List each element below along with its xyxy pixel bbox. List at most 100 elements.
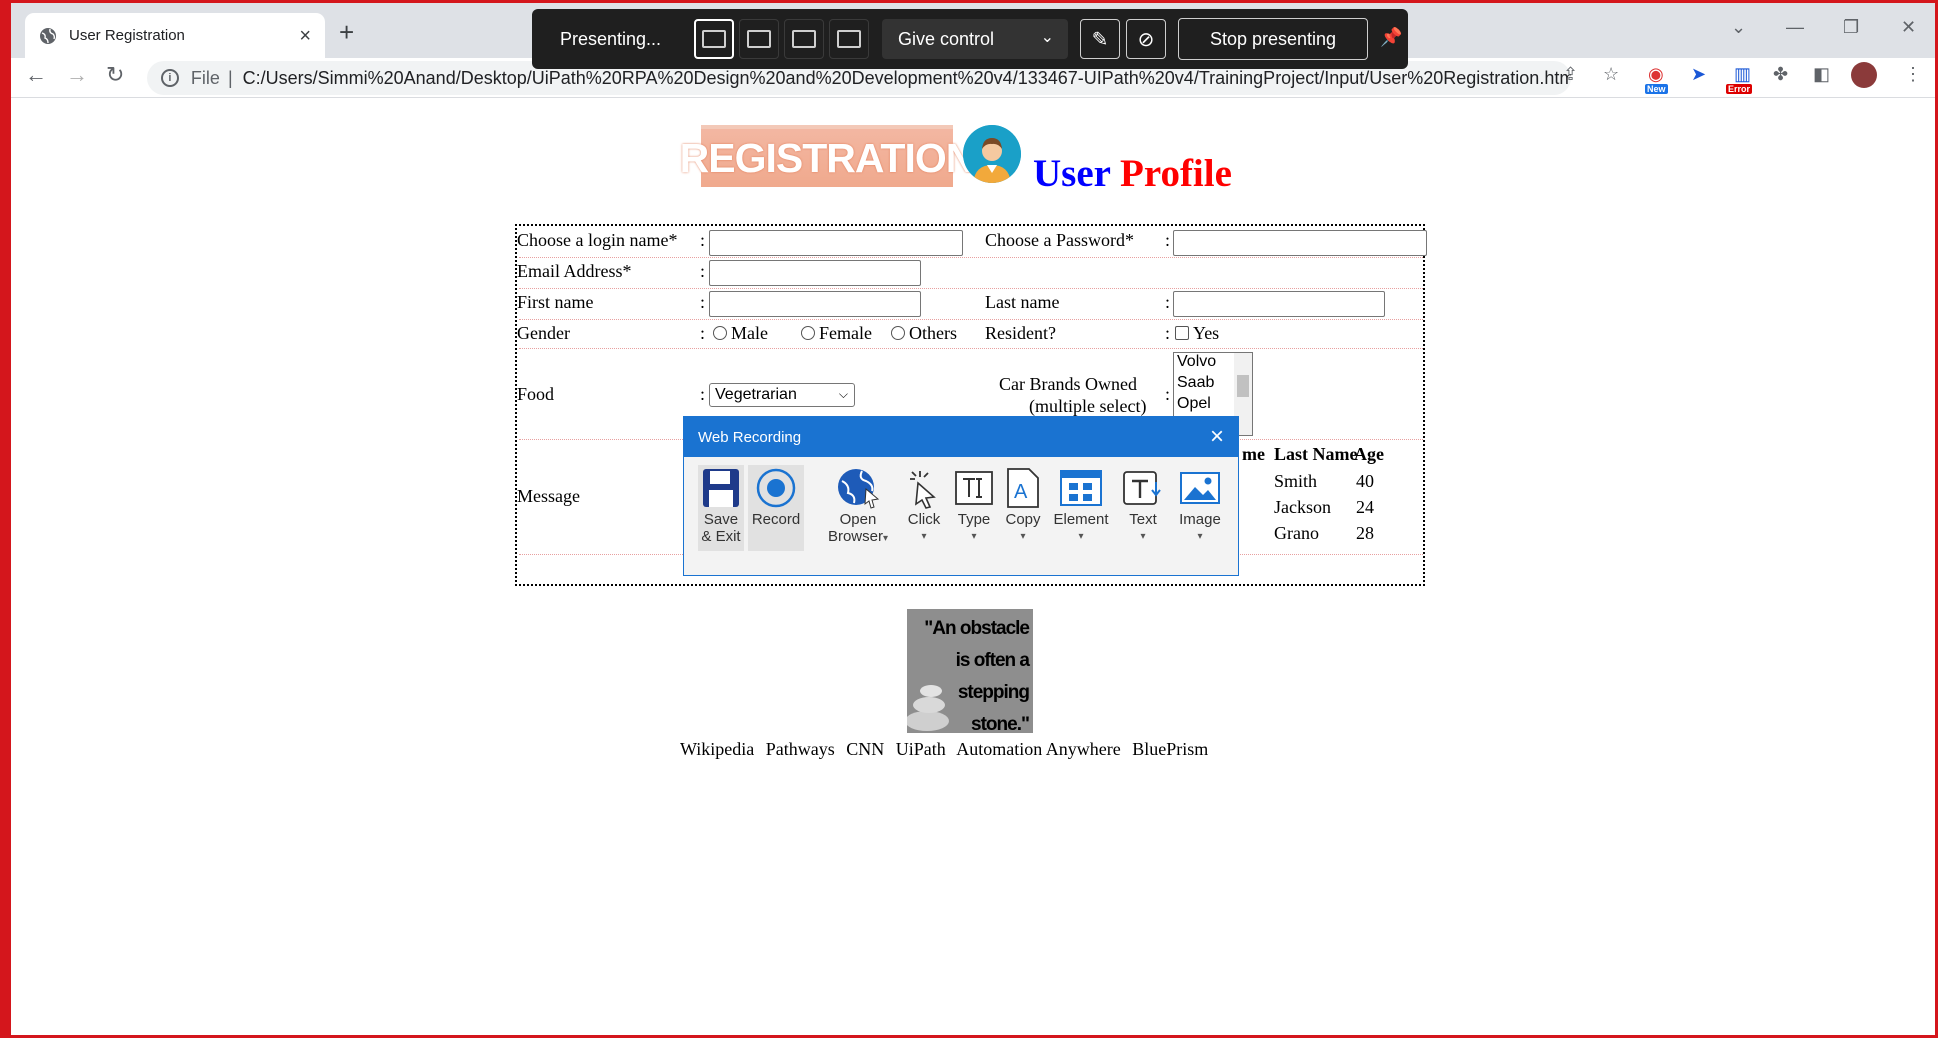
info-icon[interactable]: i	[161, 69, 179, 87]
row-divider	[519, 257, 1423, 258]
restore-icon[interactable]: ❐	[1843, 17, 1859, 38]
type-label: Type	[957, 511, 991, 528]
resident-checkbox[interactable]	[1175, 325, 1189, 340]
gender-male-option[interactable]: Male	[713, 323, 768, 344]
dropdown-arrow-icon[interactable]: ▾	[900, 528, 948, 545]
pin-icon[interactable]: 📌	[1380, 27, 1402, 48]
give-control-dropdown[interactable]: Give control ⌄	[882, 19, 1068, 59]
url-text[interactable]: C:/Users/Simmi%20Anand/Desktop/UiPath%20…	[243, 68, 1571, 89]
close-icon[interactable]: ×	[1210, 423, 1224, 451]
click-label: Click	[907, 511, 941, 528]
new-tab-button[interactable]: +	[339, 17, 354, 48]
save-label: Save	[703, 511, 739, 528]
text-button[interactable]: Text ▾	[1116, 465, 1170, 545]
radio-male[interactable]	[713, 325, 727, 340]
link-automation-anywhere[interactable]: Automation Anywhere	[956, 739, 1120, 759]
forward-icon[interactable]: →	[66, 62, 88, 88]
globe-icon	[40, 27, 56, 44]
link-uipath[interactable]: UiPath	[896, 739, 946, 759]
star-icon[interactable]: ☆	[1603, 64, 1619, 85]
screen-side-icon	[792, 30, 816, 48]
link-wikipedia[interactable]: Wikipedia	[680, 739, 754, 759]
close-window-icon[interactable]: ✕	[1901, 17, 1916, 38]
title-user: User	[1033, 152, 1111, 195]
login-name-input[interactable]	[709, 230, 963, 256]
link-pathways[interactable]: Pathways	[766, 739, 835, 759]
click-button[interactable]: Click ▾	[900, 465, 948, 545]
last-name-input[interactable]	[1173, 291, 1385, 317]
type-button[interactable]: Type ▾	[950, 465, 998, 545]
no-pointer-icon: ⊘	[1137, 28, 1155, 51]
stop-annotate-button[interactable]: ⊘	[1126, 19, 1166, 59]
browser-tab[interactable]: User Registration ×	[25, 13, 325, 58]
dropdown-arrow-icon[interactable]: ▾	[1048, 528, 1114, 545]
link-blueprism[interactable]: BluePrism	[1132, 739, 1208, 759]
tab-search-icon[interactable]: ⌄	[1731, 17, 1746, 38]
radio-female[interactable]	[801, 325, 815, 340]
file-label: File	[190, 67, 220, 88]
colon: :	[1165, 384, 1171, 404]
back-icon[interactable]: ←	[25, 62, 47, 88]
table-header: Last Name	[1274, 444, 1358, 464]
dropdown-arrow-icon[interactable]: ▾	[1000, 528, 1046, 545]
first-name-input[interactable]	[709, 291, 921, 317]
link-cnn[interactable]: CNN	[846, 739, 884, 759]
layout-pip-button[interactable]	[739, 19, 779, 59]
food-select[interactable]: Vegetrarian ⌵	[709, 383, 855, 407]
title-profile: Profile	[1120, 152, 1232, 195]
others-label: Others	[909, 323, 957, 343]
dialog-titlebar: Web Recording ×	[684, 417, 1238, 457]
record-label: Record	[751, 511, 801, 528]
globe-cursor-icon	[826, 465, 890, 511]
sidepanel-icon[interactable]: ◧	[1813, 64, 1830, 85]
stop-presenting-button[interactable]: Stop presenting	[1178, 18, 1368, 60]
gender-others-option[interactable]: Others	[891, 323, 957, 344]
dropdown-arrow-icon[interactable]: ▾	[1172, 528, 1228, 545]
screen-icon	[702, 30, 726, 48]
layout-full-button[interactable]	[694, 19, 734, 59]
profile-avatar[interactable]	[1851, 62, 1877, 88]
email-input[interactable]	[709, 260, 921, 286]
password-input[interactable]	[1173, 230, 1427, 256]
record-icon	[748, 465, 804, 511]
presenting-status: Presenting...	[560, 29, 662, 49]
extension-chart-icon[interactable]: ▥	[1734, 64, 1751, 85]
share-icon[interactable]: ⇪	[1563, 64, 1578, 85]
scrollbar-thumb[interactable]	[1237, 375, 1249, 397]
yes-label: Yes	[1193, 323, 1220, 343]
record-button[interactable]: Record	[748, 465, 804, 551]
user-avatar-image	[963, 125, 1021, 183]
give-control-label: Give control	[898, 28, 995, 49]
radio-others[interactable]	[891, 325, 905, 340]
text-extract-icon	[1116, 465, 1170, 511]
dropdown-arrow-icon[interactable]: ▾	[1116, 528, 1170, 545]
copy-button[interactable]: A Copy ▾	[1000, 465, 1046, 545]
image-button[interactable]: Image ▾	[1172, 465, 1228, 545]
annotate-button[interactable]: ✎	[1080, 19, 1120, 59]
minimize-icon[interactable]: —	[1786, 17, 1804, 38]
table-header: me	[1242, 444, 1265, 464]
layout-reporter-button[interactable]	[829, 19, 869, 59]
colon: :	[1165, 230, 1171, 250]
table-cell: Smith	[1274, 471, 1318, 491]
layout-side-button[interactable]	[784, 19, 824, 59]
car-brands-sublabel: (multiple select)	[1029, 396, 1147, 416]
copy-label: Copy	[1005, 511, 1041, 528]
extension-chrome-icon[interactable]: ◉	[1648, 64, 1664, 85]
element-icon	[1048, 465, 1114, 511]
puzzle-icon[interactable]: ✤	[1773, 64, 1788, 85]
element-button[interactable]: Element ▾	[1048, 465, 1114, 545]
menu-icon[interactable]: ⋮	[1904, 64, 1922, 85]
quote-line: stepping	[957, 682, 1030, 703]
gender-female-option[interactable]: Female	[801, 323, 872, 344]
extension-arrow-icon[interactable]: ➤	[1691, 64, 1706, 85]
reload-icon[interactable]: ↻	[106, 62, 124, 88]
dialog-title: Web Recording	[698, 428, 802, 446]
tab-close-icon[interactable]: ×	[299, 26, 311, 46]
open-browser-button[interactable]: Open Browser▾	[826, 465, 890, 547]
save-exit-button[interactable]: Save & Exit	[698, 465, 744, 551]
dropdown-arrow-icon[interactable]: ▾	[950, 528, 998, 545]
table-cell: 28	[1356, 523, 1374, 543]
resident-yes-option[interactable]: Yes	[1175, 323, 1219, 344]
chevron-down-icon: ⌄	[1040, 29, 1054, 46]
